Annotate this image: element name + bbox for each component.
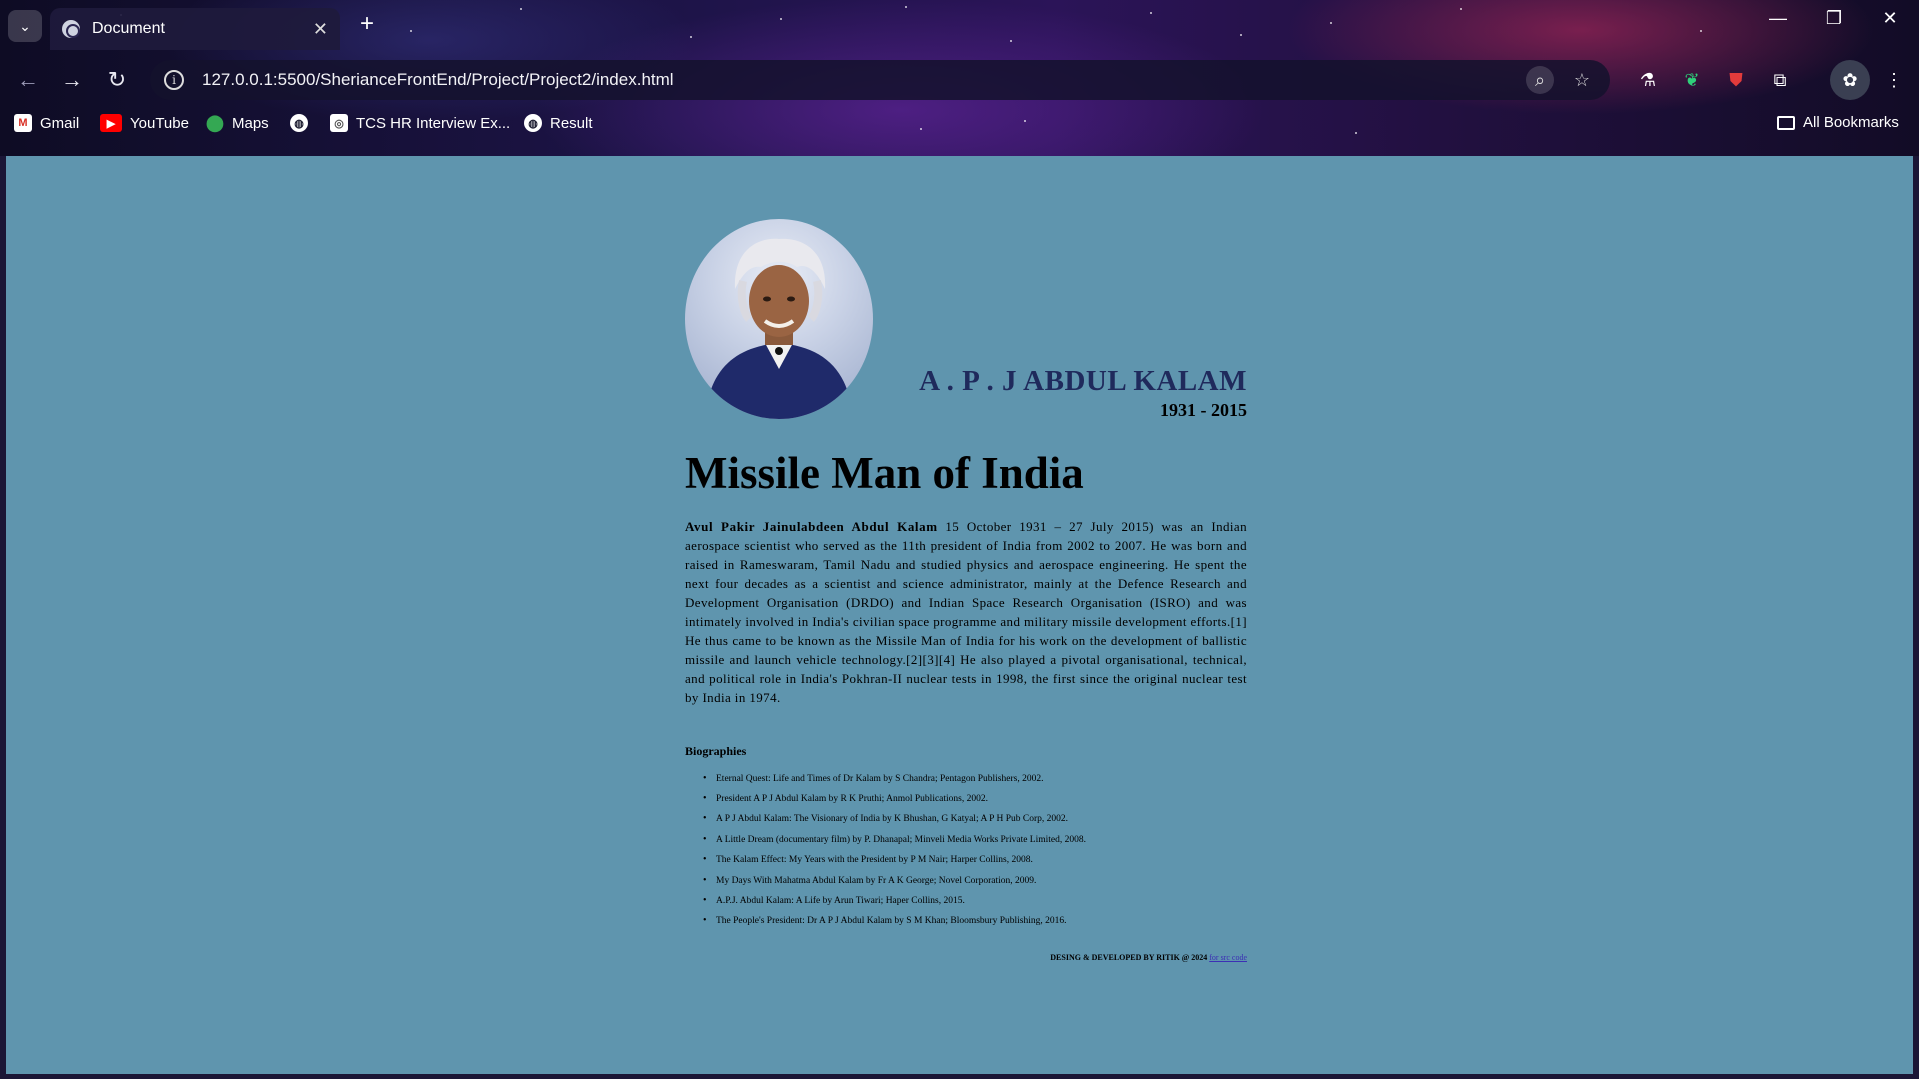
bookmark-tcs[interactable]: ◎ TCS HR Interview Ex... [330, 114, 510, 132]
biography-paragraph: Avul Pakir Jainulabdeen Abdul Kalam 15 O… [685, 517, 1247, 707]
hero-section: A . P . J ABDUL KALAM 1931 - 2015 [679, 219, 1247, 421]
bookmark-label: Gmail [40, 114, 80, 132]
folder-icon [1777, 115, 1795, 130]
bookmarks-bar: M Gmail ▶ YouTube ⬤ Maps ◍ ◎ TCS HR Inte… [0, 112, 1919, 140]
back-button[interactable]: ← [12, 64, 44, 96]
globe-icon: ◍ [524, 114, 542, 132]
bookmark-result[interactable]: ◍ Result [524, 114, 593, 132]
tab-strip: ⌄ Document ✕ + — ❐ ✕ [0, 0, 1919, 50]
bookmark-globe[interactable]: ◍ [290, 114, 308, 132]
list-item: The Kalam Effect: My Years with the Pres… [703, 850, 1247, 871]
minimize-button[interactable]: — [1758, 8, 1798, 29]
list-item: President A P J Abdul Kalam by R K Pruth… [703, 789, 1247, 810]
globe-icon: ◍ [290, 114, 308, 132]
reload-button[interactable]: ↻ [101, 64, 133, 96]
forward-button[interactable]: → [56, 64, 88, 96]
list-item: A.P.J. Abdul Kalam: A Life by Arun Tiwar… [703, 891, 1247, 912]
tab-document[interactable]: Document ✕ [50, 8, 340, 50]
person-name: A . P . J ABDUL KALAM [919, 365, 1247, 397]
page-title: Missile Man of India [685, 448, 1084, 498]
close-window-button[interactable]: ✕ [1870, 8, 1910, 29]
main-content: A . P . J ABDUL KALAM 1931 - 2015 Missil… [679, 219, 1247, 962]
bio-text: 15 October 1931 – 27 July 2015) was an I… [685, 518, 1247, 705]
address-bar[interactable]: i 127.0.0.1:5500/SherianceFrontEnd/Proje… [150, 60, 1610, 100]
bio-full-name: Avul Pakir Jainulabdeen Abdul Kalam [685, 518, 938, 534]
extensions-puzzle-icon[interactable]: ⧉ [1764, 64, 1796, 96]
restore-button[interactable]: ❐ [1814, 8, 1854, 29]
bookmark-gmail[interactable]: M Gmail [14, 114, 79, 132]
life-years: 1931 - 2015 [1160, 400, 1247, 420]
star-bookmark-icon[interactable]: ☆ [1568, 66, 1596, 94]
page-footer: DESING & DEVELOPED BY RITIK @ 2024 for s… [679, 953, 1247, 962]
youtube-icon: ▶ [100, 114, 122, 132]
list-item: A P J Abdul Kalam: The Visionary of Indi… [703, 809, 1247, 830]
url-text[interactable]: 127.0.0.1:5500/SherianceFrontEnd/Project… [202, 70, 1526, 90]
footer-credit: DESING & DEVELOPED BY RITIK @ 2024 [1050, 952, 1208, 962]
bookmark-label: Maps [232, 114, 269, 132]
bookmark-youtube[interactable]: ▶ YouTube [100, 114, 189, 132]
bookmark-label: YouTube [130, 114, 189, 132]
extension-icon[interactable]: ⚗ [1632, 64, 1664, 96]
portrait-image [685, 219, 873, 419]
extension-leaf-icon[interactable]: ❦ [1676, 64, 1708, 96]
list-item: A Little Dream (documentary film) by P. … [703, 830, 1247, 851]
tab-search-button[interactable]: ⌄ [8, 10, 42, 42]
bookmark-label: TCS HR Interview Ex... [356, 114, 511, 132]
biographies-list: Eternal Quest: Life and Times of Dr Kala… [703, 769, 1247, 933]
toolbar: ← → ↻ i 127.0.0.1:5500/SherianceFrontEnd… [0, 58, 1919, 102]
page-viewport: A . P . J ABDUL KALAM 1931 - 2015 Missil… [6, 156, 1913, 1074]
list-item: The People's President: Dr A P J Abdul K… [703, 911, 1247, 932]
name-block: A . P . J ABDUL KALAM 1931 - 2015 [919, 365, 1247, 421]
bookmark-label: Result [550, 114, 593, 132]
bookmark-maps[interactable]: ⬤ Maps [206, 114, 269, 133]
zoom-icon[interactable]: ⌕ [1526, 66, 1554, 94]
source-code-link[interactable]: for src code [1209, 953, 1247, 962]
biographies-heading: Biographies [685, 743, 747, 758]
close-icon[interactable]: ✕ [313, 19, 328, 40]
globe-icon [62, 20, 80, 38]
list-item: Eternal Quest: Life and Times of Dr Kala… [703, 769, 1247, 790]
list-item: My Days With Mahatma Abdul Kalam by Fr A… [703, 871, 1247, 892]
tab-title: Document [92, 20, 165, 37]
all-bookmarks-label: All Bookmarks [1803, 114, 1899, 131]
ublock-icon[interactable]: ⛊ [1720, 64, 1752, 96]
new-tab-button[interactable]: + [352, 10, 382, 38]
menu-kebab-icon[interactable]: ⋮ [1878, 64, 1910, 96]
tcs-icon: ◎ [330, 114, 348, 132]
gmail-icon: M [14, 114, 32, 132]
maps-icon: ⬤ [206, 115, 224, 132]
avatar[interactable]: ✿ [1830, 60, 1870, 100]
site-info-icon[interactable]: i [164, 70, 184, 90]
browser-chrome: ⌄ Document ✕ + — ❐ ✕ ← → ↻ i 127.0.0.1:5… [0, 0, 1919, 156]
all-bookmarks-button[interactable]: All Bookmarks [1777, 114, 1899, 131]
